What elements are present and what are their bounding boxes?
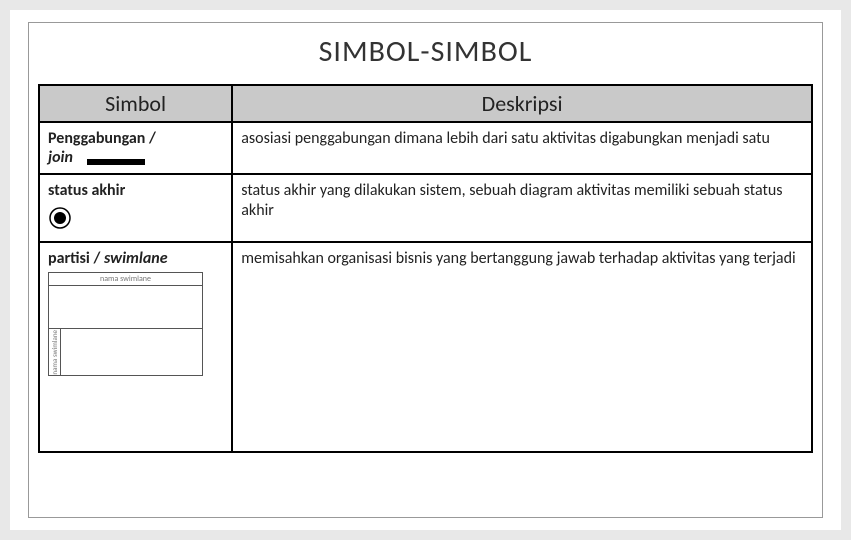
title-area: SIMBOL-SIMBOL bbox=[29, 23, 822, 76]
join-bar-icon bbox=[87, 159, 145, 165]
symbol-label-main: status akhir bbox=[48, 181, 125, 200]
cell-desc: status akhir yang dilakukan sistem, sebu… bbox=[232, 174, 812, 242]
table-row: status akhir status akhir yang dilakukan… bbox=[39, 174, 812, 242]
symbol-table: Simbol Deskripsi Penggabungan / join aso… bbox=[38, 84, 813, 453]
swimlane-label-horizontal: nama swimlane bbox=[49, 273, 202, 286]
cell-desc: asosiasi penggabungan dimana lebih dari … bbox=[232, 122, 812, 174]
page-title: SIMBOL-SIMBOL bbox=[29, 33, 822, 70]
cell-symbol-join: Penggabungan / join bbox=[39, 122, 232, 174]
slide: SIMBOL-SIMBOL Simbol Deskripsi Penggabun… bbox=[10, 10, 841, 530]
cell-symbol-swimlane: partisi / swimlane nama swimlane nama sw… bbox=[39, 242, 232, 452]
cell-symbol-final: status akhir bbox=[39, 174, 232, 242]
symbol-label-sub: swimlane bbox=[104, 249, 168, 268]
table-row: Penggabungan / join asosiasi penggabunga… bbox=[39, 122, 812, 174]
final-state-icon bbox=[48, 206, 223, 235]
table-row: partisi / swimlane nama swimlane nama sw… bbox=[39, 242, 812, 452]
symbol-label-main: Penggabungan / bbox=[48, 129, 156, 148]
swimlane-label-vertical: nama swimlane bbox=[49, 329, 61, 375]
swimlane-icon: nama swimlane nama swimlane bbox=[48, 272, 203, 376]
cell-desc: memisahkan organisasi bisnis yang bertan… bbox=[232, 242, 812, 452]
symbol-label-sub: join bbox=[48, 148, 73, 167]
slide-frame: SIMBOL-SIMBOL Simbol Deskripsi Penggabun… bbox=[28, 22, 823, 518]
header-simbol: Simbol bbox=[39, 85, 232, 122]
symbol-label-main: partisi / bbox=[48, 249, 104, 268]
header-deskripsi: Deskripsi bbox=[232, 85, 812, 122]
table-header-row: Simbol Deskripsi bbox=[39, 85, 812, 122]
